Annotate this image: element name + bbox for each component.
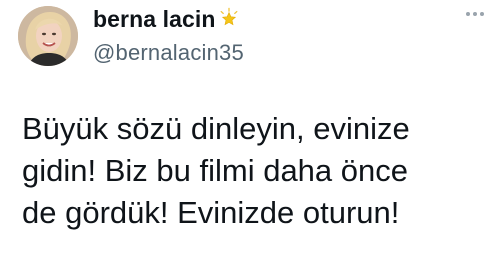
user-info: berna lacin @bernalacin35	[93, 4, 244, 66]
display-name[interactable]: berna lacin	[93, 6, 216, 33]
avatar[interactable]	[18, 6, 78, 66]
more-options-icon[interactable]	[464, 8, 486, 20]
dot	[480, 12, 484, 16]
dot	[473, 12, 477, 16]
star-icon	[218, 7, 240, 29]
tweet-card: berna lacin @bernalacin35 Büyük sözü din…	[0, 0, 500, 267]
display-name-row: berna lacin	[93, 4, 244, 34]
tweet-text: Büyük sözü dinleyin, evinize gidin! Biz …	[22, 111, 410, 230]
avatar-image	[18, 6, 78, 66]
user-handle[interactable]: @bernalacin35	[93, 40, 244, 66]
dot	[466, 12, 470, 16]
